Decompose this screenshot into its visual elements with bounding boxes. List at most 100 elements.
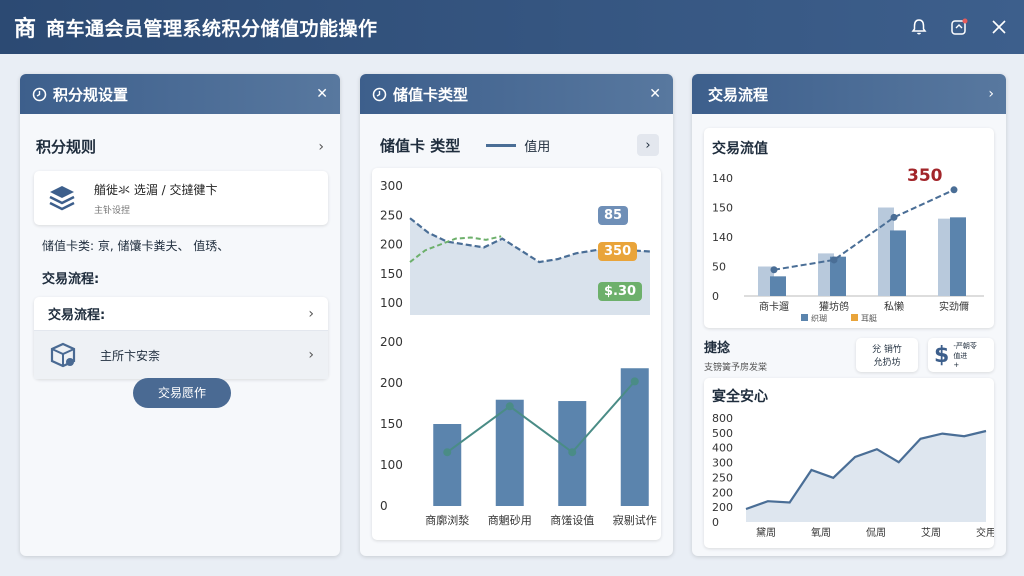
- y-tick-label: 500: [712, 427, 733, 440]
- clock-icon: [32, 87, 47, 102]
- x-tick-label: 侃周: [866, 526, 886, 539]
- transaction-action-button[interactable]: 交易愿作: [133, 378, 231, 408]
- y-tick-label: 150: [380, 267, 403, 281]
- legend-line: [486, 143, 517, 147]
- x-tick-label: 氧周: [811, 526, 831, 539]
- section-sub: 支镑簧予房发棠: [704, 363, 768, 373]
- clock-icon: [372, 87, 387, 102]
- y-tick-label: 140: [712, 231, 733, 244]
- x-tick-label: 獾坊鸧: [819, 300, 849, 313]
- trend-point: [890, 213, 898, 221]
- rule-card[interactable]: 艏徙氺 选湄 / 交撻徤卞 主钋设捏: [34, 171, 328, 225]
- y-tick-label: 0: [712, 516, 719, 529]
- app-logo: 商: [14, 17, 37, 42]
- x-tick-label: 实劲儞: [939, 300, 969, 313]
- y-tick-label: 150: [712, 202, 733, 215]
- quick-button-1[interactable]: 兊 销竹 允扔坊: [856, 338, 918, 372]
- bar: [770, 276, 786, 296]
- transaction-value-card: 交易流值 350 140 150 140 50 0 商卡遛 獾坊鸧 私懒 实劲儞 织瑚 耳艇: [704, 128, 994, 328]
- peak-value: 350: [907, 166, 943, 186]
- quick-button-2-label: -严朝苓 值进 +: [953, 342, 977, 369]
- rules-title: 积分规则: [36, 138, 97, 156]
- chart-card: 300 250 200 150 100 200 200 150 100 0 商廓浏湬 商魍砂用 商馐设值…: [372, 168, 661, 540]
- x-tick-label: 寂剔试作: [613, 513, 657, 527]
- x-tick-label: 私懒: [884, 300, 904, 313]
- y-tick-label: 0: [380, 499, 388, 513]
- chart-title: 交易流值: [712, 141, 768, 157]
- y-tick-label: 300: [712, 457, 733, 470]
- y-tick-label: 50: [712, 261, 726, 274]
- security-card: 宴全安心 800 500 400 300 250 200 200 0 黛周 氧周 侃周 艾周 交用: [704, 378, 996, 548]
- y-tick-label: 200: [712, 486, 733, 499]
- trend-point: [505, 402, 514, 411]
- flow-card: 交易流程: › 主所卞安柰 ›: [34, 297, 328, 379]
- y-tick-label: 100: [380, 458, 403, 472]
- close-icon[interactable]: [988, 16, 1010, 38]
- x-tick-label: 商魍砂用: [488, 513, 532, 527]
- value-tag-3: $.30: [598, 282, 643, 301]
- y-tick-label: 200: [380, 376, 403, 390]
- chevron-right-button[interactable]: ›: [637, 134, 659, 156]
- rule-card-line1: 艏徙氺 选湄 / 交撻徤卞: [94, 182, 218, 197]
- y-tick-label: 150: [380, 417, 403, 431]
- bar: [620, 368, 649, 506]
- x-tick-label: 商卡遛: [759, 300, 789, 313]
- quick-button-2[interactable]: $ -严朝苓 值进 +: [928, 338, 994, 372]
- y-tick-label: 300: [380, 179, 403, 193]
- box-icon: [48, 340, 78, 370]
- value-tag-1: 85: [598, 206, 629, 225]
- app-title: 商车通会员管理系统积分储值功能操作: [46, 17, 378, 40]
- chart-header: 储值卡 类型 值用 ›: [360, 114, 673, 156]
- bar: [433, 424, 462, 506]
- transaction-flow-panel: 交易流程 › 交易流值 350 140 150 140 50 0 商卡遛 獾坊鸧 私懒 实劲儞织…: [692, 74, 1006, 556]
- panel-title: 积分规设置: [53, 85, 129, 104]
- flow-label: 交易流程:: [42, 272, 100, 287]
- legend-label: 织瑚: [811, 313, 827, 323]
- chevron-right-icon: ›: [318, 138, 324, 155]
- card-type-line: 储值卡类: 亰, 储馕卡粪夫、 值琇、: [42, 239, 230, 253]
- value-tag-2: 350: [598, 242, 638, 261]
- flow-card-title: 交易流程:: [48, 308, 106, 323]
- flow-card-header[interactable]: 交易流程: ›: [34, 297, 328, 331]
- y-tick-label: 200: [380, 238, 403, 252]
- section-title: 捷捻: [704, 341, 731, 356]
- y-tick-label: 800: [712, 412, 733, 425]
- legend-label: 值用: [524, 139, 551, 155]
- x-tick-label: 商馐设值: [550, 513, 594, 527]
- legend-swatch: [801, 314, 808, 321]
- x-tick-label: 艾周: [921, 527, 941, 539]
- trend-line: [773, 188, 955, 271]
- trend-point: [830, 256, 838, 264]
- x-tick-label: 商廓浏湬: [425, 513, 469, 527]
- bar: [495, 399, 524, 506]
- legend-label: 耳艇: [861, 313, 877, 323]
- chevron-right-icon: ›: [308, 305, 314, 322]
- trend-point: [568, 448, 577, 457]
- panel-title: 交易流程: [708, 85, 769, 104]
- transaction-value-chart: 140 150 140 50 0 商卡遛 獾坊鸧 私懒 实劲儞织瑚 耳艇: [712, 172, 984, 323]
- trend-line: [446, 380, 636, 454]
- notification-icon[interactable]: [948, 16, 970, 38]
- y-tick-label: 400: [712, 442, 733, 455]
- y-tick-label: 200: [712, 501, 733, 514]
- close-icon[interactable]: ✕: [649, 86, 661, 102]
- trend-point: [950, 186, 958, 194]
- dollar-icon: $: [934, 342, 950, 368]
- close-icon[interactable]: ✕: [316, 86, 328, 102]
- stored-value-card-panel: 储值卡类型 ✕ 储值卡 类型 值用 › 300 250 200 150 100 200 20…: [360, 74, 673, 556]
- trend-point: [770, 266, 778, 274]
- chart-subtitle: 储值卡 类型: [380, 136, 461, 155]
- panel-title: 储值卡类型: [393, 85, 469, 104]
- bell-icon[interactable]: [908, 16, 930, 38]
- panel-header: 积分规设置 ✕: [20, 74, 340, 114]
- rules-row[interactable]: 积分规则 ›: [20, 114, 340, 157]
- chart-title: 宴全安心: [712, 389, 768, 405]
- flow-item-label: 主所卞安柰: [100, 348, 161, 363]
- panel-header: 交易流程 ›: [692, 74, 1006, 114]
- x-tick-label: 交用: [976, 526, 994, 539]
- flow-card-item[interactable]: 主所卞安柰 ›: [34, 331, 328, 379]
- title-bar: 商 商车通会员管理系统积分储值功能操作: [0, 0, 1024, 54]
- y-tick-label: 250: [712, 471, 733, 484]
- chevron-right-icon[interactable]: ›: [988, 86, 994, 102]
- x-tick-label: 黛周: [756, 526, 776, 539]
